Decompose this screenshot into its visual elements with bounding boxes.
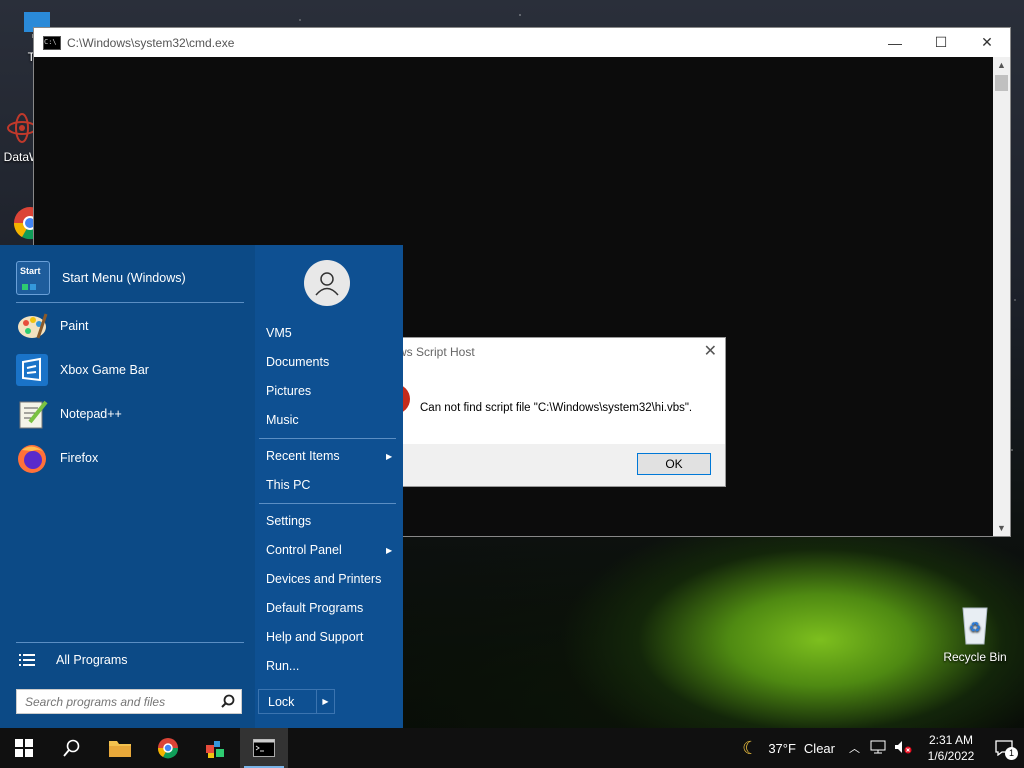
taskbar: ☾ 37°F Clear ︿ 2:31 AM 1/6/2022 1 — [0, 728, 1024, 768]
app-label: Xbox Game Bar — [60, 363, 149, 377]
cmd-title: C:\Windows\system32\cmd.exe — [67, 35, 235, 50]
svg-text:♻: ♻ — [969, 619, 982, 635]
chevron-up-icon[interactable]: ︿ — [849, 740, 860, 756]
taskbar-search-button[interactable] — [48, 728, 96, 768]
app-firefox[interactable]: Firefox — [16, 442, 98, 474]
desktop-icon-label: Recycle Bin — [943, 650, 1007, 664]
script-host-dialog[interactable]: ws Script Host ✕ ✕ Can not find script f… — [357, 337, 726, 487]
cmd-icon — [253, 739, 275, 757]
system-tray: ☾ 37°F Clear ︿ 2:31 AM 1/6/2022 1 — [742, 728, 1024, 768]
chevron-right-icon: ▶ — [386, 452, 393, 461]
place-documents[interactable]: Documents — [266, 355, 329, 369]
cmd-icon: C:\ — [43, 35, 61, 50]
taskbar-file-explorer[interactable] — [96, 728, 144, 768]
clock-time: 2:31 AM — [928, 733, 974, 747]
app-label: Notepad++ — [60, 407, 122, 421]
place-this-pc[interactable]: This PC — [266, 478, 310, 492]
taskbar-chrome[interactable] — [144, 728, 192, 768]
place-label: Control Panel — [266, 543, 342, 557]
xbox-game-bar-icon — [16, 354, 48, 386]
network-icon[interactable] — [870, 740, 886, 757]
start-button[interactable] — [0, 728, 48, 768]
maximize-button[interactable]: ☐ — [918, 28, 964, 57]
firefox-icon — [16, 442, 48, 474]
all-programs-label: All Programs — [56, 653, 128, 667]
scroll-down-icon[interactable]: ▼ — [993, 520, 1010, 536]
cmd-titlebar[interactable]: C:\ C:\Windows\system32\cmd.exe — ☐ ✕ — [34, 28, 1010, 57]
place-label: Recent Items — [266, 449, 340, 463]
scroll-thumb[interactable] — [995, 75, 1008, 91]
app-label: Firefox — [60, 451, 99, 465]
place-help-and-support[interactable]: Help and Support — [266, 630, 363, 644]
all-programs-button[interactable]: All Programs — [16, 650, 128, 670]
dialog-close-icon[interactable]: ✕ — [704, 338, 717, 366]
place-music[interactable]: Music — [266, 413, 299, 427]
scroll-up-icon[interactable]: ▲ — [993, 57, 1010, 73]
ok-button[interactable]: OK — [637, 453, 711, 475]
place-devices-and-printers[interactable]: Devices and Printers — [266, 572, 381, 586]
app-label: Paint — [60, 319, 89, 333]
desktop-icon-recycle-bin[interactable]: ♻ Recycle Bin — [942, 602, 1008, 664]
place-control-panel[interactable]: Control Panel ▶ — [266, 543, 394, 557]
close-button[interactable]: ✕ — [964, 28, 1010, 57]
start-search-box[interactable] — [16, 689, 242, 714]
notification-count: 1 — [1005, 747, 1018, 760]
chevron-right-icon[interactable]: ▶ — [315, 690, 334, 713]
app-xbox-game-bar[interactable]: Xbox Game Bar — [16, 354, 149, 386]
notification-center[interactable]: 1 — [984, 740, 1024, 760]
weather-temp[interactable]: 37°F — [768, 741, 796, 756]
place-vm5[interactable]: VM5 — [266, 326, 292, 340]
place-recent-items[interactable]: Recent Items ▶ — [266, 449, 394, 463]
start-menu-programs: Start Start Menu (Windows) Paint Xbox Ga… — [0, 245, 255, 728]
app-paint[interactable]: Paint — [16, 310, 89, 342]
list-icon — [16, 650, 38, 670]
user-icon — [315, 272, 339, 296]
taskbar-cmd[interactable] — [240, 728, 288, 768]
lock-button[interactable]: Lock ▶ — [258, 689, 335, 714]
dialog-message: Can not find script file "C:\Windows\sys… — [420, 402, 693, 414]
clock-date: 1/6/2022 — [927, 749, 975, 763]
place-settings[interactable]: Settings — [266, 514, 311, 528]
user-avatar[interactable] — [304, 260, 350, 306]
chrome-icon — [157, 738, 179, 759]
clock[interactable]: 2:31 AM 1/6/2022 — [918, 732, 984, 764]
search-icon — [63, 739, 80, 757]
folder-icon — [109, 741, 131, 757]
start-menu-app-icon: Start — [16, 261, 50, 295]
lock-label: Lock — [268, 694, 295, 709]
moon-icon[interactable]: ☾ — [742, 738, 758, 759]
notepad-plus-plus-icon — [16, 398, 48, 430]
app-notepad-plus-plus[interactable]: Notepad++ — [16, 398, 122, 430]
minimize-button[interactable]: — — [872, 28, 918, 57]
search-icon[interactable] — [221, 694, 235, 711]
paint-icon — [16, 310, 48, 342]
place-pictures[interactable]: Pictures — [266, 384, 311, 398]
start-menu-places: VM5 Documents Pictures Music Recent Item… — [255, 245, 403, 728]
place-default-programs[interactable]: Default Programs — [266, 601, 363, 615]
chevron-right-icon: ▶ — [386, 546, 393, 555]
place-run[interactable]: Run... — [266, 659, 299, 673]
app-start-menu[interactable]: Start Start Menu (Windows) — [16, 261, 186, 295]
windows-logo-icon — [15, 739, 33, 757]
weather-condition[interactable]: Clear — [804, 741, 835, 756]
start-menu[interactable]: Start Start Menu (Windows) Paint Xbox Ga… — [0, 245, 403, 728]
blocks-app-icon — [206, 741, 224, 758]
dialog-titlebar[interactable]: ws Script Host ✕ — [358, 338, 725, 366]
app-label: Start Menu (Windows) — [62, 271, 186, 285]
volume-muted-icon[interactable] — [894, 740, 912, 757]
search-input[interactable] — [23, 693, 217, 710]
cmd-scrollbar[interactable]: ▲ ▼ — [993, 57, 1010, 536]
recycle-bin-icon: ♻ — [955, 602, 995, 646]
taskbar-app-blocks[interactable] — [192, 728, 240, 768]
